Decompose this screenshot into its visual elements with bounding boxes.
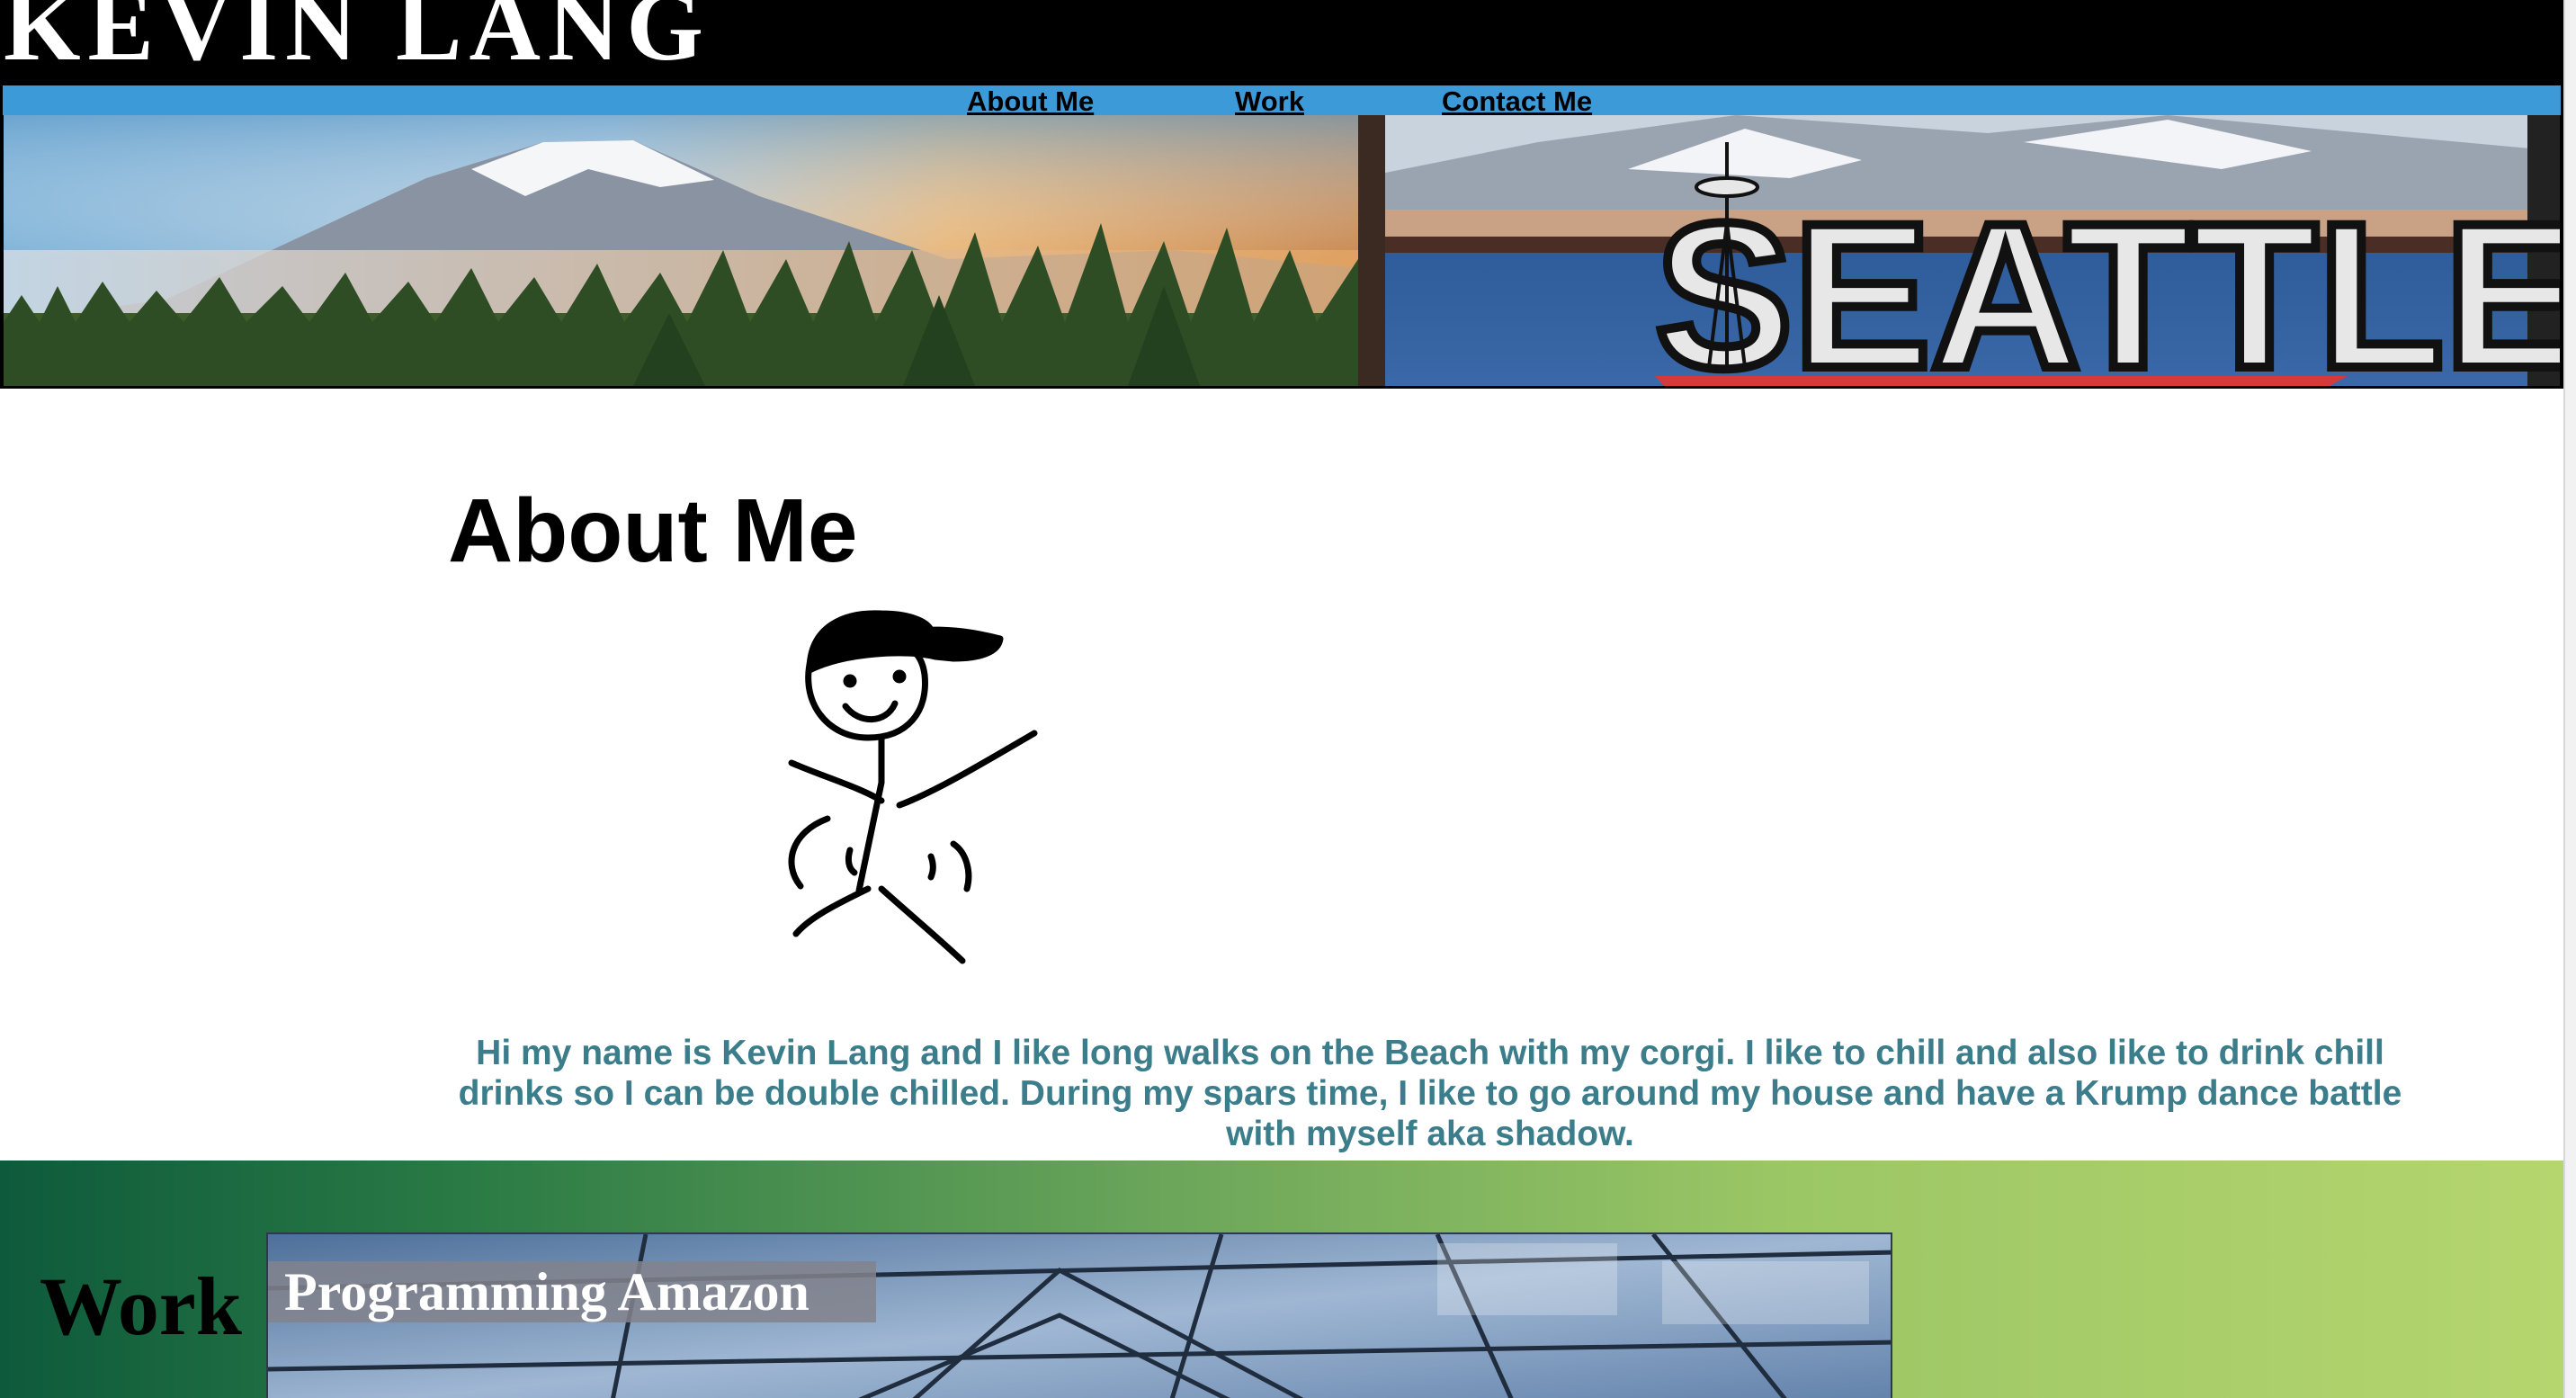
window-scrollbar[interactable]	[2563, 0, 2576, 1398]
banner-image: SEATTLE	[4, 115, 2560, 386]
site-title: KEVIN LANG	[4, 0, 711, 81]
stick-figure-avatar	[774, 603, 1061, 981]
header-banner: SEATTLE	[0, 115, 2563, 389]
nav-link-work[interactable]: Work	[1235, 85, 1304, 118]
project-card[interactable]: Programming Amazon	[266, 1232, 1892, 1398]
work-heading: Work	[40, 1260, 242, 1352]
about-me-heading: About Me	[448, 480, 858, 581]
site-header: KEVIN LANG	[0, 0, 2563, 83]
project-title: Programming Amazon	[268, 1261, 876, 1322]
about-me-bio: Hi my name is Kevin Lang and I like long…	[458, 1034, 2402, 1153]
work-section: Work Programming Amazon	[0, 1161, 2563, 1398]
page: KEVIN LANG About Me Work Contact Me SEAT…	[0, 0, 2563, 1398]
nav-link-about-me[interactable]: About Me	[967, 85, 1094, 118]
mountain-landscape-image	[4, 115, 1358, 386]
nav-link-contact-me[interactable]: Contact Me	[1442, 85, 1592, 118]
svg-text:SEATTLE: SEATTLE	[1655, 180, 2560, 386]
main-nav: About Me Work Contact Me	[0, 83, 2563, 118]
seattle-mural-image: SEATTLE	[1358, 115, 2560, 386]
